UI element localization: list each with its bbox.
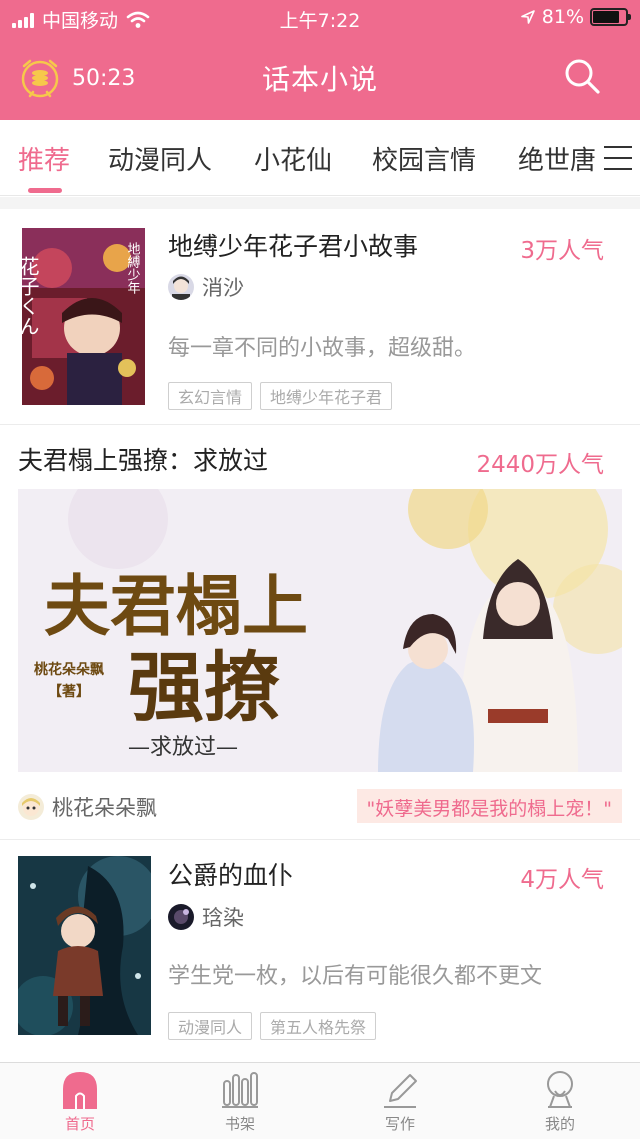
status-bar: 中国移动 上午7:22 81% [0,0,640,36]
tag[interactable]: 玄幻言情 [168,382,253,410]
profile-icon [547,1071,573,1108]
tag-list: 玄幻言情 地缚少年花子君 [168,382,393,410]
card-separator [0,424,640,425]
tag[interactable]: 第五人格先祭 [260,1012,377,1040]
nav-bar: 50:23 话本小说 [0,50,640,106]
menu-icon[interactable] [604,146,632,172]
tag-list: 动漫同人 第五人格先祭 [168,1012,377,1040]
nav-bookshelf[interactable]: 书架 [200,1069,280,1134]
svg-text:地縛少年: 地縛少年 [125,242,141,294]
book-cover[interactable] [18,856,151,1035]
nav-home[interactable]: 首页 [40,1069,120,1134]
nav-profile[interactable]: 我的 [520,1069,600,1134]
book-banner[interactable]: 夫君榻上 强撩 —求放过— 桃花朵朵飘 【著】 [18,489,622,772]
nav-label: 写作 [384,1115,415,1133]
book-description: 学生党一枚，以后有可能很久都不更文 [168,964,543,989]
author[interactable]: 桃花朵朵飘 [18,792,157,822]
svg-text:—求放过—: —求放过— [128,735,238,760]
svg-text:强撩: 强撩 [128,643,280,732]
svg-text:花子くん: 花子くん [22,256,40,336]
book-title[interactable]: 公爵的血仆 [168,856,293,892]
book-title[interactable]: 地缚少年花子君小故事 [168,227,418,263]
tab-anime-fanfic[interactable]: 动漫同人 [108,140,212,177]
app-title: 话本小说 [261,63,378,96]
tab-xiaohuaxian[interactable]: 小花仙 [254,140,332,177]
section-divider [0,197,640,209]
nav-label: 书架 [224,1115,255,1133]
author[interactable]: 琀染 [168,902,244,932]
battery-icon [590,8,631,26]
svg-text:桃花朵朵飘: 桃花朵朵飘 [34,661,104,678]
book-description: 每一章不同的小故事，超级甜。 [168,336,477,361]
nav-write[interactable]: 写作 [360,1069,440,1134]
search-icon[interactable] [562,56,602,96]
avatar [168,274,194,300]
tab-jueshi-tang[interactable]: 绝世唐 [518,140,596,177]
home-icon [63,1072,97,1109]
svg-text:【著】: 【著】 [48,683,90,700]
book-quote: "妖孽美男都是我的榻上宠！" [356,789,622,823]
tab-recommend[interactable]: 推荐 [18,140,70,177]
author-name: 琀染 [202,906,244,930]
nav-label: 我的 [544,1115,575,1133]
category-tabs: 推荐 动漫同人 小花仙 校园言情 绝世唐 [0,120,640,196]
tag[interactable]: 动漫同人 [168,1012,253,1040]
author-name: 桃花朵朵飘 [52,796,157,820]
avatar [168,904,194,930]
card-separator [0,839,640,840]
popularity-count: 3万人气 [520,238,604,264]
app-header: 中国移动 上午7:22 81% 50:23 话本小说 [0,0,640,120]
battery-percent: 81% [541,6,584,28]
popularity-count: 4万人气 [520,867,604,893]
author-name: 消沙 [202,276,244,300]
svg-text:夫君榻上: 夫君榻上 [44,567,308,645]
book-cover[interactable]: 花子くん 地縛少年 [22,228,145,405]
popularity-count: 2440万人气 [476,452,604,478]
nav-label: 首页 [64,1115,95,1133]
active-tab-indicator [28,188,62,193]
tag[interactable]: 地缚少年花子君 [260,382,393,410]
bottom-nav: 首页 书架 写作 我的 [0,1062,640,1139]
avatar [18,794,44,820]
author[interactable]: 消沙 [168,272,244,302]
book-title[interactable]: 夫君榻上强撩：求放过 [18,441,268,477]
pen-icon [384,1074,417,1108]
bookshelf-icon [222,1072,258,1108]
tab-campus-romance[interactable]: 校园言情 [372,140,476,177]
location-icon [520,10,535,24]
